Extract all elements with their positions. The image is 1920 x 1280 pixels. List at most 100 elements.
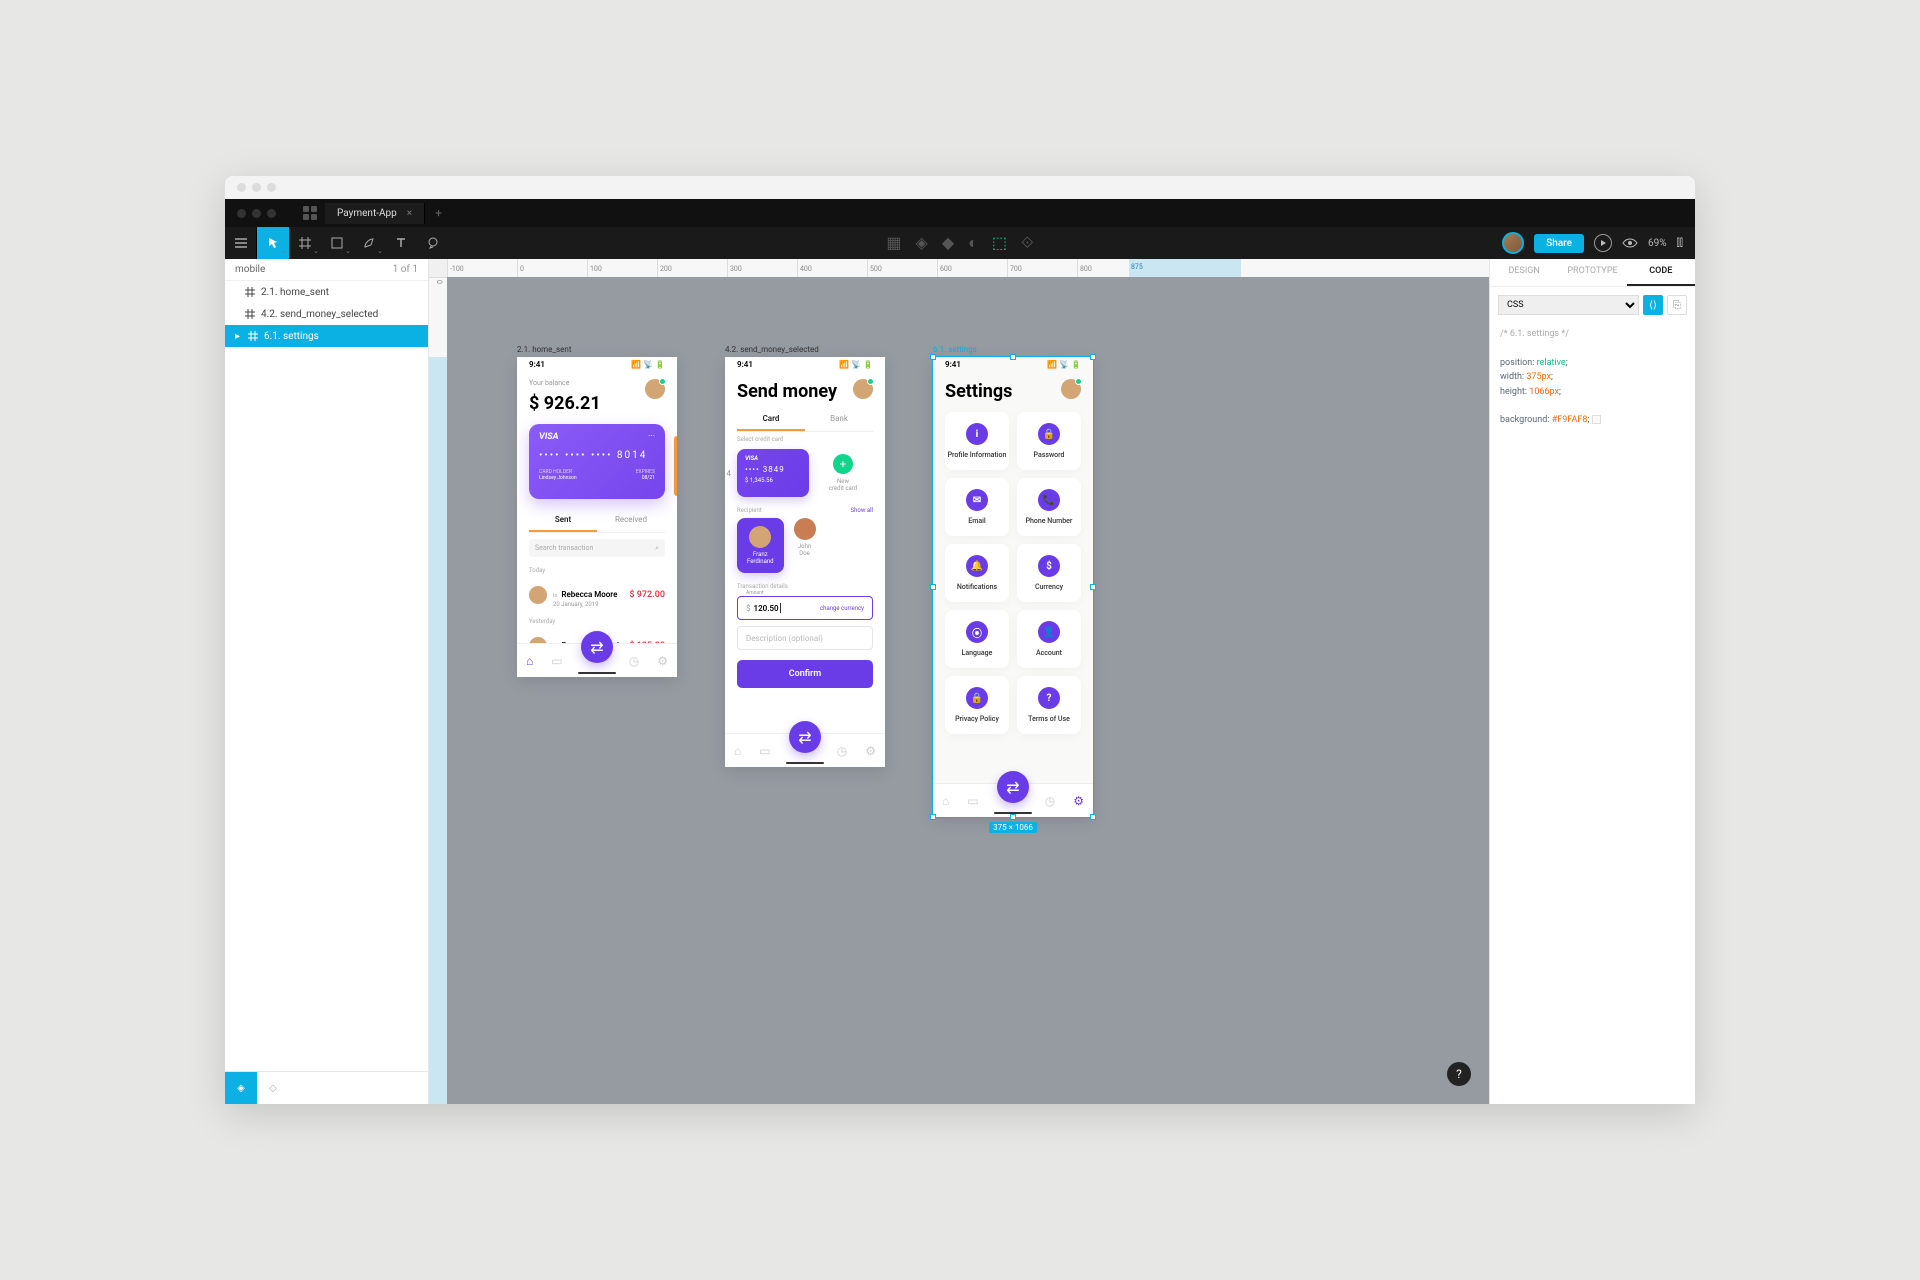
tab-prototype[interactable]: PROTOTYPE: [1558, 259, 1626, 286]
clock-icon[interactable]: ◷: [629, 654, 639, 668]
layer-item[interactable]: 2.1. home_sent: [225, 281, 428, 303]
search-input[interactable]: Search transaction ⌕: [529, 539, 665, 557]
user-avatar[interactable]: [1502, 232, 1524, 254]
frame-home[interactable]: 9:41 📶 📡 🔋 Your balance $ 926.21 VISA ⋯ …: [517, 357, 677, 677]
boolean-icon[interactable]: ⬚: [992, 233, 1007, 253]
wallet-icon[interactable]: ▭: [551, 654, 562, 668]
home-icon[interactable]: ⌂: [942, 794, 949, 808]
wallet-icon[interactable]: ▭: [967, 794, 978, 808]
comment-tool[interactable]: [417, 227, 449, 259]
page-row[interactable]: mobile 1 of 1: [225, 259, 428, 281]
crop-icon[interactable]: ⟐: [1021, 233, 1034, 253]
menu-button[interactable]: [225, 227, 257, 259]
settings-tile[interactable]: 🔒Privacy Policy: [945, 676, 1009, 734]
tab-card[interactable]: Card: [737, 408, 805, 431]
select-tool[interactable]: [257, 227, 289, 259]
layers-tab-icon[interactable]: ◈: [225, 1072, 257, 1104]
layer-item[interactable]: 4.2. send_money_selected: [225, 303, 428, 325]
fab-button[interactable]: ⇄: [581, 631, 613, 663]
frame-settings[interactable]: 9:41 📶 📡 🔋 Settings iProfile Information…: [933, 357, 1093, 817]
transaction-row[interactable]: to Rebecca Moore20 January, 2019 $ 972.0…: [517, 576, 677, 614]
frame-send[interactable]: 9:41 📶 📡 🔋 Send money Card Bank Select c…: [725, 357, 885, 767]
settings-tile[interactable]: ✉Email: [945, 478, 1009, 536]
amount-input[interactable]: $ 120.50 change currency: [737, 596, 873, 620]
clock-icon[interactable]: ◷: [837, 744, 847, 758]
new-tab-button[interactable]: +: [425, 206, 452, 220]
frame-tool[interactable]: [289, 227, 321, 259]
confirm-button[interactable]: Confirm: [737, 660, 873, 688]
view-icon[interactable]: [1622, 238, 1638, 248]
tab-bank[interactable]: Bank: [805, 408, 873, 431]
change-currency-link[interactable]: change currency: [820, 605, 864, 612]
pen-tool[interactable]: [353, 227, 385, 259]
artboard-send[interactable]: 4.2. send_money_selected 9:41 📶 📡 🔋 Send…: [725, 357, 885, 767]
mask-icon[interactable]: ◐: [968, 233, 978, 253]
selection-handle[interactable]: [1010, 354, 1016, 360]
settings-tile[interactable]: $Currency: [1017, 544, 1081, 602]
description-input[interactable]: Description (optional): [737, 626, 873, 650]
max-dot[interactable]: [267, 209, 276, 218]
settings-tile[interactable]: 🔒Password: [1017, 412, 1081, 470]
layer-item-selected[interactable]: ▸ 6.1. settings: [225, 325, 428, 347]
min-dot[interactable]: [252, 209, 261, 218]
settings-tile[interactable]: ⦿Language: [945, 610, 1009, 668]
selection-handle[interactable]: [1090, 814, 1096, 820]
small-card[interactable]: VISA •••• 3849 $ 1,345.56: [737, 449, 809, 497]
artboard-settings[interactable]: 6.1. settings 9:41 📶 📡 🔋 Settings iProfi…: [933, 357, 1093, 817]
selection-handle[interactable]: [930, 354, 936, 360]
component-icon[interactable]: ▦: [886, 233, 901, 253]
settings-tile[interactable]: 🔔Notifications: [945, 544, 1009, 602]
selection-handle[interactable]: [930, 584, 936, 590]
canvas[interactable]: -100 0 100 200 300 400 500 600 700 800 9…: [429, 259, 1489, 1104]
copy-button[interactable]: ⎘: [1667, 295, 1687, 315]
new-card-button[interactable]: + New credit card: [819, 454, 867, 492]
selection-handle[interactable]: [930, 814, 936, 820]
fab-button[interactable]: ⇄: [789, 721, 821, 753]
settings-tile[interactable]: iProfile Information: [945, 412, 1009, 470]
selection-handle[interactable]: [1090, 354, 1096, 360]
avatar[interactable]: [1061, 379, 1081, 399]
more-icon[interactable]: ⋯: [648, 432, 655, 440]
present-button[interactable]: [1594, 234, 1612, 252]
home-icon[interactable]: ⌂: [734, 744, 741, 758]
help-button[interactable]: ?: [1447, 1062, 1471, 1086]
code-action-button[interactable]: ⟨⟩: [1643, 295, 1663, 315]
tab-sent[interactable]: Sent: [529, 509, 597, 532]
show-all-link[interactable]: Show all: [851, 507, 873, 514]
settings-tile[interactable]: 📞Phone Number: [1017, 478, 1081, 536]
clock-icon[interactable]: ◷: [1045, 794, 1055, 808]
tab-close-icon[interactable]: ×: [407, 208, 412, 219]
avatar[interactable]: [645, 379, 665, 399]
fab-button[interactable]: ⇄: [997, 771, 1029, 803]
union-icon[interactable]: ◆: [942, 233, 954, 253]
code-view[interactable]: /* 6.1. settings */ position: relative; …: [1490, 323, 1695, 432]
home-icon[interactable]: ⌂: [526, 654, 533, 668]
code-language-select[interactable]: CSS: [1498, 295, 1639, 315]
share-button[interactable]: Share: [1534, 234, 1584, 253]
dashboard-icon[interactable]: [303, 206, 317, 220]
document-tab[interactable]: Payment-App ×: [325, 203, 425, 224]
tab-code[interactable]: CODE: [1627, 259, 1695, 286]
text-tool[interactable]: [385, 227, 417, 259]
credit-card[interactable]: VISA ⋯ •••• •••• •••• 8014 CARD HOLDERLi…: [529, 424, 665, 499]
align-icon[interactable]: ◈: [916, 233, 928, 253]
settings-tile[interactable]: 👤Account: [1017, 610, 1081, 668]
gear-icon[interactable]: ⚙: [865, 744, 876, 758]
zoom-level[interactable]: 69%: [1648, 238, 1667, 249]
settings-tile[interactable]: ?Terms of Use: [1017, 676, 1081, 734]
help-icon[interactable]: ⫿⫿: [1677, 238, 1683, 249]
recipient-item[interactable]: John Doe: [794, 518, 816, 573]
shape-tool[interactable]: [321, 227, 353, 259]
avatar[interactable]: [853, 379, 873, 399]
tab-received[interactable]: Received: [597, 509, 665, 532]
assets-tab-icon[interactable]: ◇: [257, 1072, 289, 1104]
selection-handle[interactable]: [1090, 584, 1096, 590]
gear-icon[interactable]: ⚙: [657, 654, 668, 668]
tab-design[interactable]: DESIGN: [1490, 259, 1558, 286]
selection-handle[interactable]: [1010, 814, 1016, 820]
wallet-icon[interactable]: ▭: [759, 744, 770, 758]
gear-icon[interactable]: ⚙: [1073, 794, 1084, 808]
recipient-selected[interactable]: Franz Ferdinand: [737, 518, 784, 573]
artboard-home[interactable]: 2.1. home_sent 9:41 📶 📡 🔋 Your balance $…: [517, 357, 677, 677]
close-dot[interactable]: [237, 209, 246, 218]
